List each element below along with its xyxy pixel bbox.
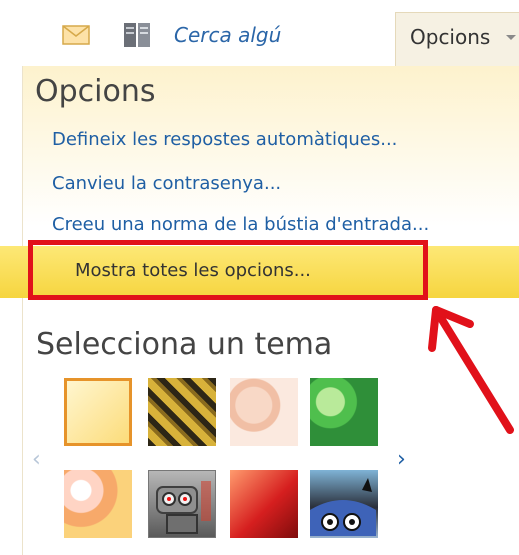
inbox-rule-link[interactable]: Creeu una norma de la bústia d'entrada..…: [52, 212, 429, 238]
contacts-book-icon[interactable]: [120, 18, 154, 52]
show-all-options-link[interactable]: Mostra totes les opcions...: [75, 258, 311, 284]
theme-peach[interactable]: [230, 378, 298, 446]
chevron-right-icon[interactable]: ›: [397, 449, 406, 471]
tab-options-label: Opcions: [410, 25, 491, 49]
search-people-link[interactable]: Cerca algú: [174, 18, 281, 52]
theme-sunset[interactable]: [64, 470, 132, 538]
change-password-link[interactable]: Canvieu la contrasenya...: [52, 171, 281, 197]
chevron-left-icon[interactable]: ‹: [32, 449, 41, 471]
top-toolbar: Cerca algú Opcions: [0, 0, 519, 66]
theme-grid: [64, 378, 384, 538]
tab-options[interactable]: Opcions: [395, 12, 519, 66]
theme-light-yellow[interactable]: [64, 378, 132, 446]
theme-monster[interactable]: [310, 470, 378, 538]
theme-section-title: Selecciona un tema: [36, 327, 333, 362]
chevron-down-icon: [506, 35, 516, 40]
auto-replies-link[interactable]: Defineix les respostes automàtiques...: [52, 127, 397, 153]
mail-icon[interactable]: [58, 18, 94, 52]
theme-green-leaves[interactable]: [310, 378, 378, 446]
panel-title: Opcions: [35, 74, 156, 109]
annotation-arrow-icon: [428, 306, 514, 434]
theme-tiger[interactable]: [148, 378, 216, 446]
theme-red-leaves[interactable]: [230, 470, 298, 538]
theme-robot[interactable]: [148, 470, 216, 538]
